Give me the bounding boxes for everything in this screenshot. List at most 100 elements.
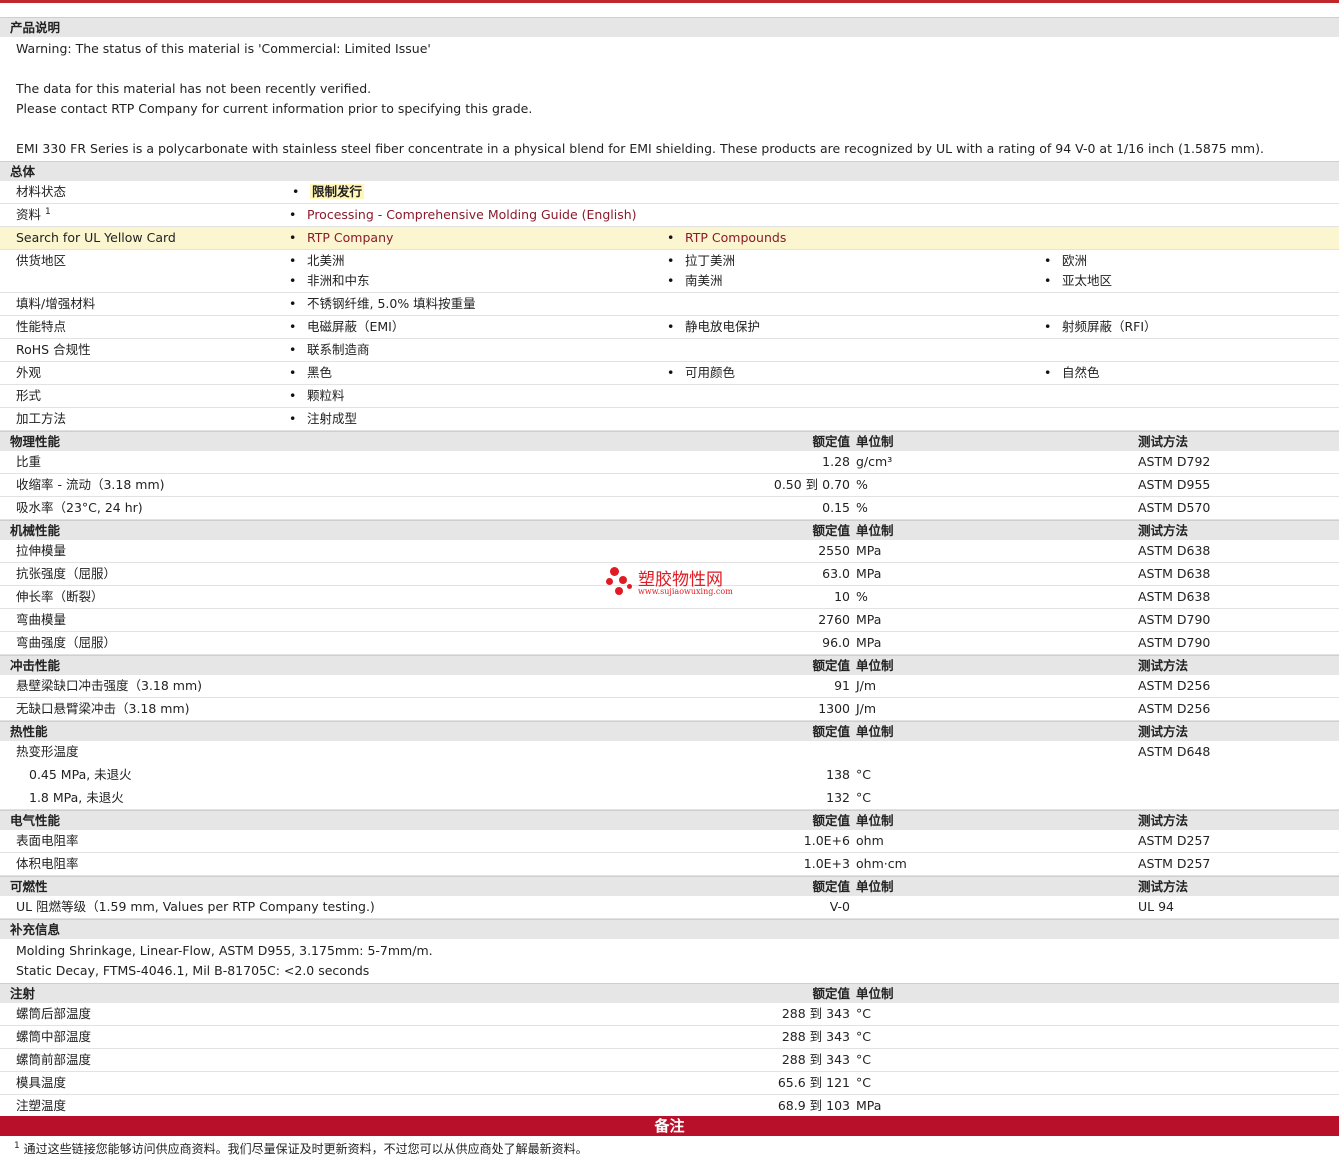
property-unit: g/cm³ (856, 454, 893, 469)
property-value: 2760 (818, 612, 850, 627)
property-row: UL 阻燃等级（1.59 mm, Values per RTP Company … (0, 896, 1339, 919)
property-unit: J/m (856, 701, 877, 716)
property-label: 表面电阻率 (16, 833, 79, 848)
rtp-company-link[interactable]: RTP Company (289, 227, 393, 249)
description-line: EMI 330 FR Series is a polycarbonate wit… (16, 141, 1264, 156)
list-item: 南美洲 (667, 270, 722, 292)
list-item: 注射成型 (289, 408, 357, 430)
property-row: 螺筒中部温度 288 到 343 °C (0, 1026, 1339, 1049)
column-header-value: 额定值 (812, 523, 850, 538)
list-item: 黑色 (289, 362, 332, 384)
property-value: 0.50 到 0.70 (773, 477, 850, 492)
property-unit: °C (856, 1052, 871, 1067)
row-label: 形式 (16, 388, 42, 403)
molding-guide-link[interactable]: Processing - Comprehensive Molding Guide… (289, 204, 637, 226)
property-test-method: ASTM D638 (1138, 589, 1211, 604)
row-rohs: RoHS 合规性 联系制造商 (0, 339, 1339, 362)
list-item: 静电放电保护 (667, 316, 760, 338)
list-item: 颗粒料 (289, 385, 344, 407)
row-form: 形式 颗粒料 (0, 385, 1339, 408)
column-header-value: 额定值 (812, 434, 850, 449)
property-value: 288 到 343 (781, 1006, 850, 1021)
property-label: 螺筒前部温度 (16, 1052, 92, 1067)
property-value: 65.6 到 121 (777, 1075, 850, 1090)
list-item: 不锈钢纤维, 5.0% 填料按重量 (289, 293, 476, 315)
property-row: 热变形温度 ASTM D648 (0, 741, 1339, 764)
property-label: 收缩率 - 流动（3.18 mm) (16, 477, 165, 492)
section-title: 产品说明 (10, 20, 61, 35)
row-label: 填料/增强材料 (16, 296, 96, 311)
column-header-unit: 单位制 (856, 813, 894, 828)
column-header-test: 测试方法 (1138, 658, 1189, 673)
list-item: 拉丁美洲 (667, 250, 735, 272)
property-label: 抗张强度（屈服） (16, 566, 117, 581)
column-header-unit: 单位制 (856, 879, 894, 894)
property-unit: MPa (856, 635, 882, 650)
property-label: 螺筒后部温度 (16, 1006, 92, 1021)
section-header-supplemental: 补充信息 (0, 919, 1339, 939)
property-label: 模具温度 (16, 1075, 67, 1090)
property-value: 2550 (818, 543, 850, 558)
column-header-test: 测试方法 (1138, 879, 1189, 894)
section-header-injection: 注射 额定值 单位制 (0, 983, 1339, 1003)
property-test-method: ASTM D792 (1138, 454, 1211, 469)
property-value: 138 (826, 767, 850, 782)
section-title: 补充信息 (10, 922, 61, 937)
column-header-test: 测试方法 (1138, 434, 1189, 449)
property-row: 比重 1.28 g/cm³ ASTM D792 (0, 451, 1339, 474)
row-label: RoHS 合规性 (16, 342, 91, 357)
row-filler: 填料/增强材料 不锈钢纤维, 5.0% 填料按重量 (0, 293, 1339, 316)
footnote-mark: 1 (14, 1141, 20, 1151)
column-header-value: 额定值 (812, 813, 850, 828)
property-unit: MPa (856, 566, 882, 581)
property-unit: °C (856, 767, 871, 782)
property-row: 模具温度 65.6 到 121 °C (0, 1072, 1339, 1095)
property-value: 96.0 (822, 635, 850, 650)
property-row: 体积电阻率 1.0E+3 ohm·cm ASTM D257 (0, 853, 1339, 876)
property-row: 拉伸模量 2550 MPa ASTM D638 (0, 540, 1339, 563)
property-value: 1300 (818, 701, 850, 716)
row-resources: 资料 1 Processing - Comprehensive Molding … (0, 204, 1339, 227)
supplemental-line: Static Decay, FTMS-4046.1, Mil B-81705C:… (16, 963, 370, 978)
property-test-method: ASTM D256 (1138, 701, 1211, 716)
section-header-description: 产品说明 (0, 17, 1339, 37)
column-header-test: 测试方法 (1138, 523, 1189, 538)
property-row: 弯曲强度（屈服） 96.0 MPa ASTM D790 (0, 632, 1339, 655)
property-label: 体积电阻率 (16, 856, 79, 871)
section-title: 可燃性 (10, 879, 48, 894)
list-item: 自然色 (1044, 362, 1099, 384)
section-title: 冲击性能 (10, 658, 61, 673)
top-accent-bar (0, 0, 1339, 3)
property-value: 68.9 到 103 (777, 1098, 850, 1113)
column-header-unit: 单位制 (856, 658, 894, 673)
property-row: 表面电阻率 1.0E+6 ohm ASTM D257 (0, 830, 1339, 853)
property-value: 288 到 343 (781, 1029, 850, 1044)
property-row: 螺筒后部温度 288 到 343 °C (0, 1003, 1339, 1026)
property-value: 288 到 343 (781, 1052, 850, 1067)
row-label: 供货地区 (16, 253, 67, 268)
list-item: 可用颜色 (667, 362, 735, 384)
property-test-method: ASTM D257 (1138, 856, 1211, 871)
row-processing: 加工方法 注射成型 (0, 408, 1339, 431)
list-item: 电磁屏蔽（EMI） (289, 316, 404, 338)
logo-dots-icon (606, 567, 634, 597)
property-value: 10 (834, 589, 850, 604)
row-label: 资料 1 (16, 206, 51, 222)
column-header-value: 额定值 (812, 879, 850, 894)
property-unit: % (856, 589, 868, 604)
property-unit: MPa (856, 543, 882, 558)
property-test-method: ASTM D257 (1138, 833, 1211, 848)
column-header-value: 额定值 (812, 986, 850, 1001)
property-test-method: ASTM D256 (1138, 678, 1211, 693)
rtp-compounds-link[interactable]: RTP Compounds (667, 227, 786, 249)
property-unit: J/m (856, 678, 877, 693)
property-row: 悬壁梁缺口冲击强度（3.18 mm) 91 J/m ASTM D256 (0, 675, 1339, 698)
section-title: 机械性能 (10, 523, 61, 538)
property-label: 拉伸模量 (16, 543, 67, 558)
property-unit: MPa (856, 1098, 882, 1113)
property-row: 吸水率（23°C, 24 hr) 0.15% ASTM D570 (0, 497, 1339, 520)
property-row: 0.45 MPa, 未退火 138 °C (0, 764, 1339, 787)
description-line: Warning: The status of this material is … (16, 41, 431, 56)
column-header-test: 测试方法 (1138, 813, 1189, 828)
list-item: 亚太地区 (1044, 270, 1112, 292)
